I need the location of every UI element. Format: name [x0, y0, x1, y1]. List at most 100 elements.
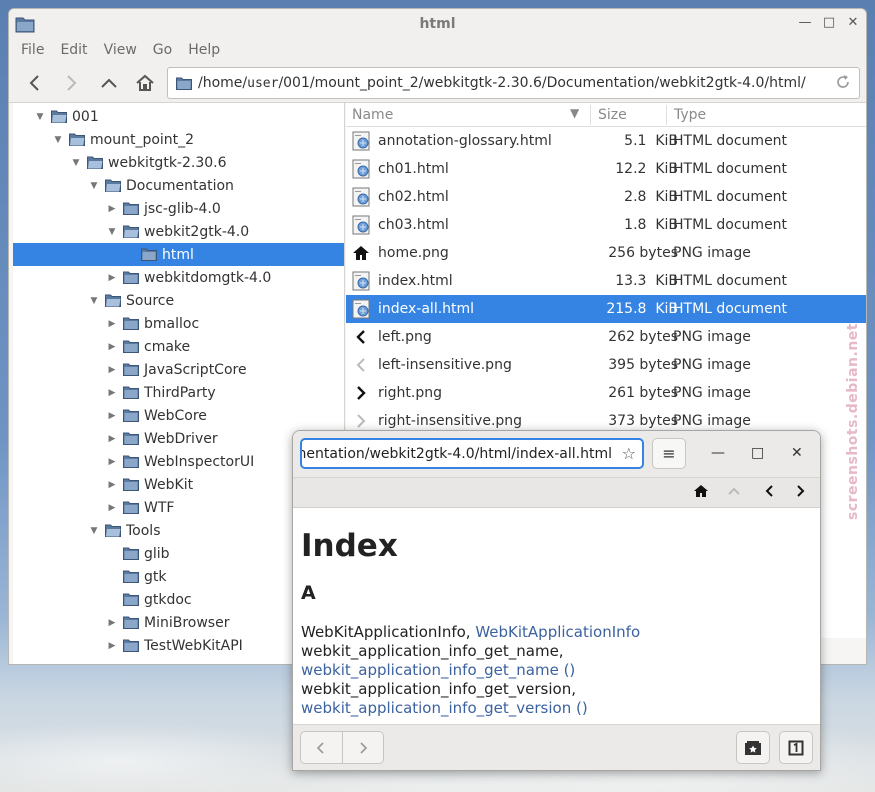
expander-open-icon[interactable]: ▼ [71, 158, 81, 168]
tree-item[interactable]: ▶ jsc-glib-4.0 [13, 197, 344, 220]
file-row[interactable]: left.png 262 bytes PNG image [346, 323, 866, 351]
file-name: ch02.html [378, 189, 449, 205]
title-bar[interactable]: html — □ ✕ [9, 9, 866, 39]
file-row[interactable]: left-insensitive.png 395 bytes PNG image [346, 351, 866, 379]
tree-item[interactable]: ▼ webkit2gtk-4.0 [13, 220, 344, 243]
expander-open-icon[interactable]: ▼ [89, 296, 99, 306]
bookmarks-icon[interactable] [736, 731, 770, 764]
right-arrow-icon[interactable] [795, 484, 807, 502]
minimize-icon[interactable]: — [711, 445, 725, 461]
file-row[interactable]: right.png 261 bytes PNG image [346, 379, 866, 407]
column-size[interactable]: Size [598, 107, 627, 123]
file-row[interactable]: annotation-glossary.html 5.1 KiB HTML docu… [346, 127, 866, 155]
maximize-icon[interactable]: □ [751, 445, 764, 461]
file-row[interactable]: home.png 256 bytes PNG image [346, 239, 866, 267]
up-icon[interactable] [727, 484, 741, 502]
file-size: 373 bytes [608, 413, 678, 429]
column-name[interactable]: Name [352, 107, 393, 123]
close-icon[interactable]: ✕ [846, 15, 860, 31]
tree-item[interactable]: ▶ ThirdParty [13, 381, 344, 404]
expander-closed-icon[interactable]: ▶ [107, 319, 117, 329]
back-icon[interactable] [301, 732, 343, 763]
file-name: left.png [378, 329, 432, 345]
tabs-icon[interactable] [779, 731, 813, 764]
folder-icon [123, 340, 139, 353]
forward-icon[interactable] [343, 732, 384, 763]
expander-open-icon[interactable]: ▼ [107, 227, 117, 237]
back-icon[interactable] [23, 71, 47, 95]
tree-item[interactable]: html [13, 243, 344, 266]
left-arrow-icon[interactable] [763, 484, 775, 502]
expander-closed-icon[interactable]: ▶ [107, 388, 117, 398]
menu-edit[interactable]: Edit [52, 39, 95, 63]
file-type: HTML document [673, 133, 788, 149]
tree-item-label: WTF [144, 499, 175, 516]
close-icon[interactable]: ✕ [791, 445, 803, 461]
file-size: 13.3 KiB [615, 273, 678, 289]
tree-item[interactable]: ▼ 001 [13, 105, 344, 128]
expander-closed-icon[interactable]: ▶ [107, 411, 117, 421]
url-text: mentation/webkit2gtk-4.0/html/index-all.… [300, 446, 612, 462]
window-title: html [419, 16, 456, 32]
expander-open-icon[interactable]: ▼ [53, 135, 63, 145]
home-icon[interactable] [133, 71, 157, 95]
expander-closed-icon[interactable]: ▶ [107, 618, 117, 628]
tree-item[interactable]: ▶ cmake [13, 335, 344, 358]
file-row[interactable]: index.html 13.3 KiB HTML document [346, 267, 866, 295]
tree-item[interactable]: ▼ webkitgtk-2.30.6 [13, 151, 344, 174]
tree-item[interactable]: ▶ JavaScriptCore [13, 358, 344, 381]
file-row[interactable]: ch02.html 2.8 KiB HTML document [346, 183, 866, 211]
expander-closed-icon[interactable]: ▶ [107, 457, 117, 467]
menu-view[interactable]: View [96, 39, 145, 63]
hamburger-menu-icon[interactable]: ≡ [652, 438, 686, 469]
history-buttons [300, 731, 384, 764]
column-type[interactable]: Type [674, 107, 706, 123]
expander-closed-icon[interactable]: ▶ [107, 480, 117, 490]
folder-icon [123, 225, 139, 238]
forward-icon[interactable] [59, 71, 83, 95]
index-link[interactable]: webkit_application_info_get_version () [301, 699, 588, 717]
menu-file[interactable]: File [13, 39, 52, 63]
expander-closed-icon[interactable]: ▶ [107, 365, 117, 375]
reload-icon[interactable] [835, 74, 851, 94]
tree-item-label: webkitgtk-2.30.6 [108, 154, 227, 171]
expander-closed-icon[interactable]: ▶ [107, 641, 117, 651]
index-link[interactable]: WebKitApplicationInfo [475, 623, 640, 641]
home-icon[interactable] [693, 484, 709, 502]
file-type: HTML document [673, 189, 788, 205]
tree-item-label: webkit2gtk-4.0 [144, 223, 250, 240]
menu-go[interactable]: Go [145, 39, 180, 63]
url-field[interactable]: mentation/webkit2gtk-4.0/html/index-all.… [300, 438, 644, 469]
file-row[interactable]: index-all.html 215.8 KiB HTML document [346, 295, 866, 323]
maximize-icon[interactable]: □ [822, 15, 836, 31]
file-type: PNG image [673, 329, 751, 345]
minimize-icon[interactable]: — [798, 15, 812, 31]
expander-closed-icon[interactable]: ▶ [107, 434, 117, 444]
expander-closed-icon[interactable]: ▶ [107, 503, 117, 513]
tree-item[interactable]: ▼ mount_point_2 [13, 128, 344, 151]
tree-item[interactable]: ▶ webkitdomgtk-4.0 [13, 266, 344, 289]
browser-footer [293, 724, 820, 770]
file-row[interactable]: ch01.html 12.2 KiB HTML document [346, 155, 866, 183]
expander-open-icon[interactable]: ▼ [35, 112, 45, 122]
up-icon[interactable] [97, 71, 121, 95]
file-row[interactable]: ch03.html 1.8 KiB HTML document [346, 211, 866, 239]
tree-item[interactable]: ▼ Documentation [13, 174, 344, 197]
expander-open-icon[interactable]: ▼ [89, 526, 99, 536]
browser-header[interactable]: mentation/webkit2gtk-4.0/html/index-all.… [293, 431, 820, 478]
folder-icon [123, 547, 139, 560]
expander-closed-icon[interactable]: ▶ [107, 342, 117, 352]
location-bar[interactable]: /home/user /001/mount_point_2/webkitgtk-… [167, 67, 860, 99]
sort-down-icon[interactable]: ▼ [570, 106, 579, 120]
tree-item[interactable]: ▶ WebCore [13, 404, 344, 427]
tree-item[interactable]: ▶ bmalloc [13, 312, 344, 335]
file-type: PNG image [673, 413, 751, 429]
star-icon[interactable]: ☆ [622, 444, 636, 463]
index-link[interactable]: webkit_application_info_get_name () [301, 661, 575, 679]
tree-item[interactable]: ▼ Source [13, 289, 344, 312]
expander-closed-icon[interactable]: ▶ [107, 204, 117, 214]
expander-open-icon[interactable]: ▼ [89, 181, 99, 191]
expander-closed-icon[interactable]: ▶ [107, 273, 117, 283]
home-icon [351, 243, 371, 263]
menu-help[interactable]: Help [180, 39, 228, 63]
